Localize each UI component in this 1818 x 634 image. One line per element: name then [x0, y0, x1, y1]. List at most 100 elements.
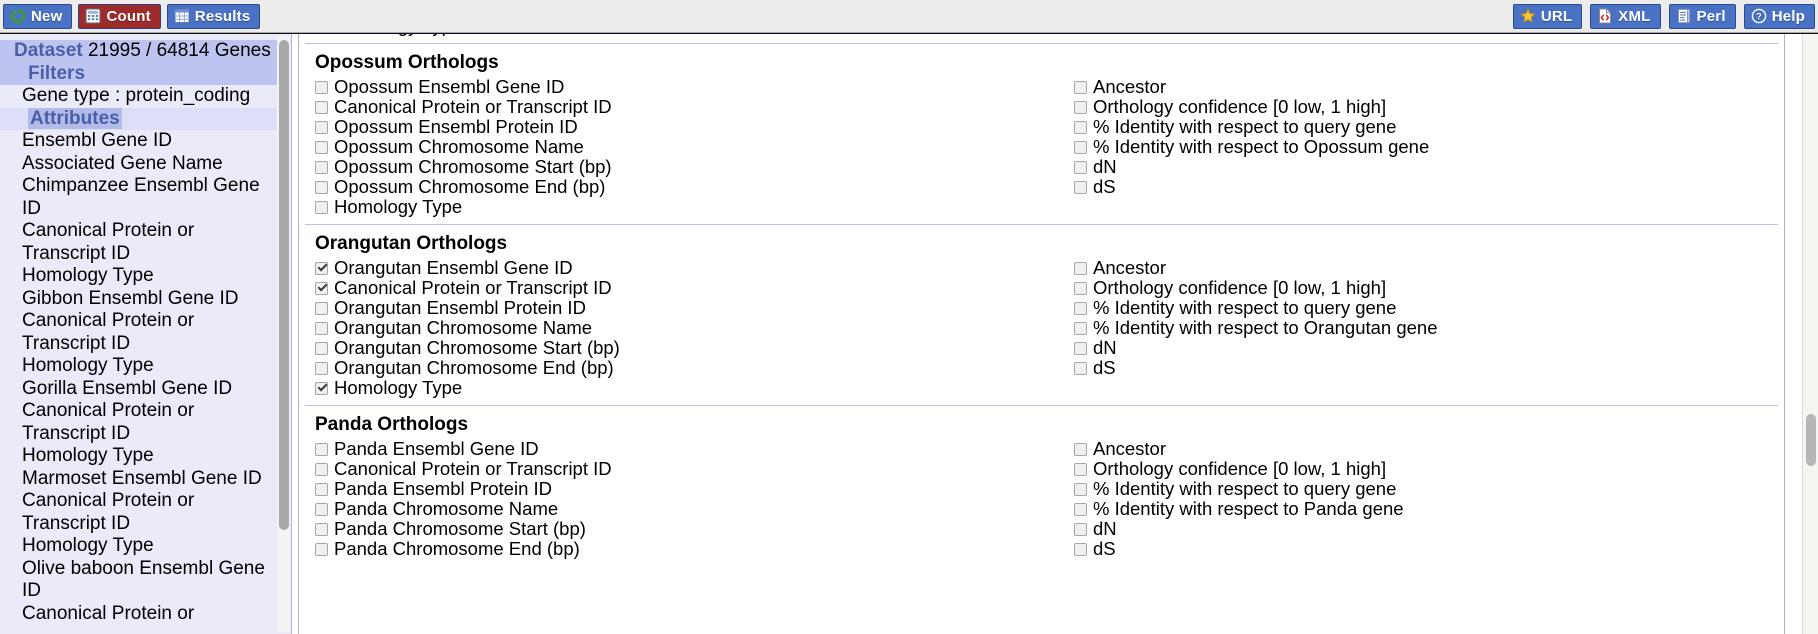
attribute-checkbox-row[interactable]: Opossum Chromosome End (bp) [315, 177, 1074, 197]
sidebar-attribute-item[interactable]: Canonical Protein or Transcript ID [0, 220, 278, 265]
new-button[interactable]: New [3, 3, 73, 29]
sidebar-filter-item[interactable]: Gene type : protein_coding [0, 85, 278, 108]
checkbox-icon[interactable] [1074, 503, 1087, 516]
checkbox-icon[interactable] [315, 81, 328, 94]
attribute-checkbox-row[interactable]: Orangutan Chromosome Start (bp) [315, 338, 1074, 358]
attribute-checkbox-row[interactable]: Panda Chromosome End (bp) [315, 539, 1074, 559]
checkbox-icon[interactable] [1074, 262, 1087, 275]
checkbox-icon[interactable] [315, 483, 328, 496]
checkbox-icon[interactable] [315, 201, 328, 214]
attribute-checkbox-row[interactable]: Orthology confidence [0 low, 1 high] [1074, 97, 1774, 117]
attribute-checkbox-row[interactable]: Opossum Ensembl Protein ID [315, 117, 1074, 137]
checkbox-icon[interactable] [315, 181, 328, 194]
sidebar-attribute-item[interactable]: Gibbon Ensembl Gene ID [0, 288, 278, 311]
sidebar-filters-header[interactable]: Filters [0, 62, 278, 85]
attribute-checkbox-row[interactable]: Opossum Chromosome Start (bp) [315, 157, 1074, 177]
attribute-checkbox-row[interactable]: Orangutan Ensembl Gene ID [315, 258, 1074, 278]
url-button[interactable]: URL [1512, 3, 1583, 29]
sidebar-attribute-item[interactable]: Ensembl Gene ID [0, 130, 278, 153]
attribute-checkbox-row[interactable]: Ancestor [1074, 258, 1774, 278]
checkbox-icon[interactable] [1074, 101, 1087, 114]
checkbox-icon[interactable] [315, 121, 328, 134]
attribute-checkbox-row[interactable]: Orangutan Chromosome Name [315, 318, 1074, 338]
sidebar-attribute-item[interactable]: Marmoset Ensembl Gene ID [0, 468, 278, 491]
partial-top-checkbox-row[interactable]: Homology Type [299, 34, 1784, 36]
checkbox-icon[interactable] [1074, 463, 1087, 476]
checkbox-icon[interactable] [315, 282, 328, 295]
checkbox-icon[interactable] [315, 382, 328, 395]
attribute-checkbox-row[interactable]: Panda Chromosome Start (bp) [315, 519, 1074, 539]
attribute-checkbox-row[interactable]: dS [1074, 358, 1774, 378]
checkbox-icon[interactable] [315, 342, 328, 355]
attribute-checkbox-row[interactable]: dS [1074, 177, 1774, 197]
attribute-checkbox-row[interactable]: dN [1074, 519, 1774, 539]
checkbox-icon[interactable] [1074, 121, 1087, 134]
checkbox-icon[interactable] [1074, 322, 1087, 335]
help-button[interactable]: ? Help [1743, 3, 1815, 29]
checkbox-icon[interactable] [1074, 523, 1087, 536]
sidebar-scrollbar[interactable] [277, 36, 290, 632]
checkbox-icon[interactable] [1074, 483, 1087, 496]
checkbox-icon[interactable] [1074, 282, 1087, 295]
attribute-checkbox-row[interactable]: % Identity with respect to Orangutan gen… [1074, 318, 1774, 338]
sidebar-attribute-item[interactable]: Homology Type [0, 445, 278, 468]
sidebar-dataset-row[interactable]: Dataset 21995 / 64814 Genes [0, 40, 278, 63]
sidebar-scrollbar-thumb[interactable] [279, 40, 289, 530]
attribute-checkbox-row[interactable]: Canonical Protein or Transcript ID [315, 97, 1074, 117]
checkbox-icon[interactable] [315, 443, 328, 456]
checkbox-icon[interactable] [1074, 362, 1087, 375]
sidebar-attributes-header[interactable]: Attributes [0, 107, 278, 130]
checkbox-icon[interactable] [315, 463, 328, 476]
checkbox-icon[interactable] [315, 161, 328, 174]
attribute-checkbox-row[interactable]: Panda Ensembl Gene ID [315, 439, 1074, 459]
attribute-checkbox-row[interactable]: Orthology confidence [0 low, 1 high] [1074, 459, 1774, 479]
checkbox-icon[interactable] [1074, 543, 1087, 556]
xml-button[interactable]: XML [1590, 3, 1661, 29]
attribute-checkbox-row[interactable]: Orthology confidence [0 low, 1 high] [1074, 278, 1774, 298]
attribute-checkbox-row[interactable]: Ancestor [1074, 77, 1774, 97]
attribute-checkbox-row[interactable]: % Identity with respect to query gene [1074, 298, 1774, 318]
checkbox-icon[interactable] [1074, 141, 1087, 154]
checkbox-icon[interactable] [1074, 181, 1087, 194]
checkbox-icon[interactable] [315, 523, 328, 536]
sidebar-attribute-item[interactable]: Homology Type [0, 355, 278, 378]
checkbox-icon[interactable] [315, 302, 328, 315]
perl-button[interactable]: Perl [1668, 3, 1736, 29]
sidebar-attribute-item[interactable]: Chimpanzee Ensembl Gene ID [0, 175, 278, 220]
attribute-checkbox-row[interactable]: % Identity with respect to Opossum gene [1074, 137, 1774, 157]
attribute-checkbox-row[interactable]: Ancestor [1074, 439, 1774, 459]
attribute-checkbox-row[interactable]: dS [1074, 539, 1774, 559]
checkbox-icon[interactable] [315, 141, 328, 154]
sidebar-attribute-item[interactable]: Canonical Protein or Transcript ID [0, 400, 278, 445]
attribute-checkbox-row[interactable]: Canonical Protein or Transcript ID [315, 459, 1074, 479]
content-scrollbar[interactable] [1802, 34, 1818, 634]
sidebar-attribute-item[interactable]: Homology Type [0, 265, 278, 288]
sidebar-attribute-item[interactable]: Homology Type [0, 535, 278, 558]
attribute-checkbox-row[interactable]: Opossum Chromosome Name [315, 137, 1074, 157]
attribute-checkbox-row[interactable]: dN [1074, 338, 1774, 358]
sidebar-attribute-item[interactable]: Canonical Protein or Transcript ID [0, 490, 278, 535]
checkbox-icon[interactable] [315, 543, 328, 556]
attribute-checkbox-row[interactable]: % Identity with respect to query gene [1074, 479, 1774, 499]
sidebar-attribute-item[interactable]: Olive baboon Ensembl Gene ID [0, 558, 278, 603]
checkbox-icon[interactable] [1074, 302, 1087, 315]
sidebar-attribute-item[interactable]: Gorilla Ensembl Gene ID [0, 378, 278, 401]
attribute-checkbox-row[interactable]: Orangutan Chromosome End (bp) [315, 358, 1074, 378]
checkbox-icon[interactable] [315, 322, 328, 335]
count-button[interactable]: Count [78, 3, 161, 29]
attribute-checkbox-row[interactable]: Opossum Ensembl Gene ID [315, 77, 1074, 97]
checkbox-icon[interactable] [1074, 161, 1087, 174]
checkbox-icon[interactable] [1074, 342, 1087, 355]
attribute-checkbox-row[interactable]: Orangutan Ensembl Protein ID [315, 298, 1074, 318]
attribute-checkbox-row[interactable]: dN [1074, 157, 1774, 177]
checkbox-icon[interactable] [315, 362, 328, 375]
checkbox-icon[interactable] [1074, 443, 1087, 456]
sidebar-attribute-item[interactable]: Canonical Protein or [0, 603, 278, 626]
attribute-checkbox-row[interactable]: Panda Chromosome Name [315, 499, 1074, 519]
content-scrollbar-thumb[interactable] [1806, 414, 1816, 466]
checkbox-icon[interactable] [315, 503, 328, 516]
attribute-checkbox-row[interactable]: % Identity with respect to query gene [1074, 117, 1774, 137]
attribute-checkbox-row[interactable]: Homology Type [315, 197, 1074, 217]
checkbox-icon[interactable] [1074, 81, 1087, 94]
attribute-checkbox-row[interactable]: Panda Ensembl Protein ID [315, 479, 1074, 499]
